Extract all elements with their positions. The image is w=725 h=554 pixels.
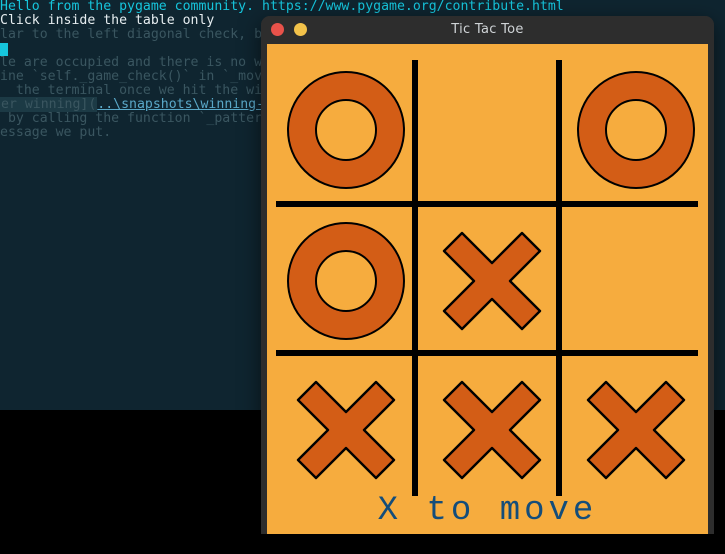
piece-x xyxy=(576,370,696,490)
window-titlebar[interactable]: Tic Tac Toe xyxy=(261,16,714,44)
board-cell-2-0[interactable] xyxy=(276,360,416,500)
window-title: Tic Tac Toe xyxy=(261,16,714,44)
game-status: X to move xyxy=(267,494,708,528)
piece-o xyxy=(577,71,695,189)
piece-o-center xyxy=(315,250,377,312)
board-cell-1-1[interactable] xyxy=(422,211,562,351)
piece-x xyxy=(432,370,552,490)
board-cell-1-0[interactable] xyxy=(276,211,416,351)
piece-x xyxy=(286,370,406,490)
piece-o-center xyxy=(315,99,377,161)
piece-x xyxy=(432,221,552,341)
board-cell-2-1[interactable] xyxy=(422,360,562,500)
piece-o-center xyxy=(605,99,667,161)
tic-tac-toe-board[interactable] xyxy=(276,60,698,496)
piece-o xyxy=(287,71,405,189)
board-cell-0-1[interactable] xyxy=(422,60,562,200)
terminal-link[interactable]: ..\snapshots\winning-err xyxy=(97,97,288,112)
window-controls xyxy=(271,23,307,36)
game-window: Tic Tac Toe X to move xyxy=(261,16,714,534)
piece-o xyxy=(287,222,405,340)
board-cell-0-0[interactable] xyxy=(276,60,416,200)
board-cell-0-2[interactable] xyxy=(566,60,706,200)
minimize-icon[interactable] xyxy=(294,23,307,36)
desktop-background xyxy=(0,410,260,554)
game-area: X to move xyxy=(267,44,708,534)
terminal-line: Hello from the pygame community. https:/… xyxy=(0,0,725,14)
board-cell-1-2[interactable] xyxy=(566,211,706,351)
board-gridline xyxy=(276,201,698,207)
board-cell-2-2[interactable] xyxy=(566,360,706,500)
close-icon[interactable] xyxy=(271,23,284,36)
